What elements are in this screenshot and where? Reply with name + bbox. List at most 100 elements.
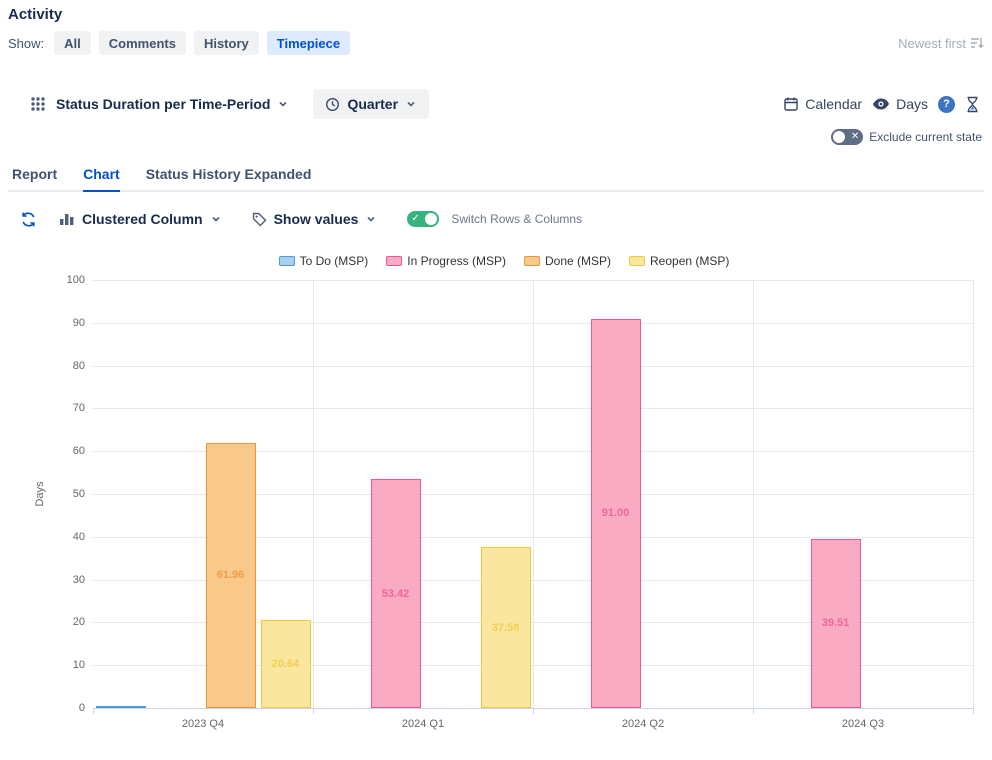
x-axis-category-label: 2024 Q3 [753,718,973,730]
bar-value-label: 91.00 [582,507,650,519]
legend-item-3[interactable]: Reopen (MSP) [629,254,729,268]
chart-type-dropdown[interactable]: Clustered Column [59,211,222,227]
bar-value-label: 37.58 [472,622,540,634]
y-axis-tick-label: 70 [15,402,85,414]
show-label: Show: [8,36,44,51]
x-axis-category-label: 2024 Q2 [533,718,753,730]
exclude-current-state-toggle[interactable]: ✕ [831,129,863,145]
y-axis-tick-label: 90 [15,317,85,329]
legend-label: Done (MSP) [545,254,611,268]
period-label: Quarter [347,96,398,112]
legend-item-2[interactable]: Done (MSP) [524,254,611,268]
bar-value-label: 39.51 [802,617,870,629]
legend-item-1[interactable]: In Progress (MSP) [386,254,506,268]
refresh-icon[interactable] [20,211,37,228]
y-axis-tick-label: 50 [15,488,85,500]
sort-order-control[interactable]: Newest first [898,36,984,51]
switch-rows-columns-toggle[interactable]: ✓ [407,211,439,227]
chevron-down-icon [405,98,417,110]
gridline-x [313,280,314,708]
period-dropdown[interactable]: Quarter [313,89,429,119]
help-button[interactable]: ? [938,96,955,113]
activity-panel: Activity Show: All Comments History Time… [0,0,992,760]
sort-order-label: Newest first [898,36,966,51]
y-axis-tick-label: 100 [15,274,85,286]
tag-icon [252,212,267,227]
bar-todomsp-2023Q4[interactable] [96,706,146,708]
y-axis-tick-label: 60 [15,445,85,457]
toggle-on-check-icon: ✓ [411,212,419,226]
bar-value-label: 20.64 [252,658,320,670]
toggle-off-cross-icon: ✕ [851,130,859,144]
switch-rows-columns-label: Switch Rows & Columns [451,212,582,226]
legend-label: To Do (MSP) [300,254,369,268]
hourglass-icon[interactable] [965,96,980,113]
bar-inprogressmsp-2024Q1[interactable]: 53.42 [371,479,421,708]
chevron-down-icon [277,98,289,110]
report-type-label: Status Duration per Time-Period [56,96,270,112]
x-axis-category-label: 2024 Q1 [313,718,533,730]
y-axis-tick-label: 20 [15,616,85,628]
show-values-dropdown[interactable]: Show values [252,211,378,227]
chart-legend: To Do (MSP) In Progress (MSP) Done (MSP) Re… [8,254,992,268]
view-tabs: Report Chart Status History Expanded [8,160,984,192]
report-right-tools: Calendar Days ? [783,96,984,113]
bar-value-label: 53.42 [362,588,430,600]
tab-report[interactable]: Report [12,160,57,192]
bar-inprogressmsp-2024Q2[interactable]: 91.00 [591,319,641,708]
report-toolbar: Status Duration per Time-Period Quarter … [8,88,984,120]
y-axis-tick-label: 10 [15,659,85,671]
sort-descending-icon [970,36,984,50]
eye-icon [872,97,890,111]
unit-button[interactable]: Days [872,96,928,112]
legend-swatch [629,256,645,266]
page-title: Activity [8,6,984,23]
legend-item-0[interactable]: To Do (MSP) [279,254,369,268]
legend-swatch [386,256,402,266]
filter-timepiece[interactable]: Timepiece [267,31,350,55]
calendar-icon [783,96,799,112]
bar-inprogressmsp-2024Q3[interactable]: 39.51 [811,539,861,708]
exclude-current-state-row: ✕ Exclude current state [8,128,984,146]
bar-reopenmsp-2023Q4[interactable]: 20.64 [261,620,311,708]
tab-chart[interactable]: Chart [83,160,120,192]
bar-value-label: 61.96 [197,569,265,581]
grid-icon [30,96,46,112]
legend-label: Reopen (MSP) [650,254,729,268]
tab-status-history-expanded[interactable]: Status History Expanded [146,160,312,192]
filter-all[interactable]: All [54,31,91,55]
y-axis-tick-label: 30 [15,574,85,586]
show-values-label: Show values [274,211,359,227]
y-axis-tick-label: 0 [15,702,85,714]
bar-chart-icon [59,212,75,226]
unit-label: Days [896,96,928,112]
x-axis-category-label: 2023 Q4 [93,718,313,730]
x-axis-tick [973,708,974,714]
clock-icon [325,97,340,112]
activity-filter-row: Show: All Comments History Timepiece New… [8,30,984,56]
report-type-dropdown[interactable]: Status Duration per Time-Period [56,96,289,112]
exclude-current-state-label: Exclude current state [869,130,982,144]
x-axis-line [93,708,973,709]
calendar-button[interactable]: Calendar [783,96,862,112]
gridline-x [533,280,534,708]
bar-donemsp-2023Q4[interactable]: 61.96 [206,443,256,708]
chevron-down-icon [210,213,222,225]
gridline-x [973,280,974,708]
bar-reopenmsp-2024Q1[interactable]: 37.58 [481,547,531,708]
toggle-knob [833,131,845,143]
chevron-down-icon [365,213,377,225]
filter-comments[interactable]: Comments [99,31,186,55]
chart-toolbar: Clustered Column Show values ✓ Switch Ro… [8,206,984,232]
calendar-label: Calendar [805,96,862,112]
legend-swatch [524,256,540,266]
chart: To Do (MSP) In Progress (MSP) Done (MSP) Re… [8,254,992,754]
gridline-x [753,280,754,708]
chart-type-label: Clustered Column [82,211,203,227]
toggle-knob [425,213,437,225]
legend-swatch [279,256,295,266]
y-axis-tick-label: 80 [15,360,85,372]
legend-label: In Progress (MSP) [407,254,506,268]
filter-history[interactable]: History [194,31,259,55]
y-axis-tick-label: 40 [15,531,85,543]
